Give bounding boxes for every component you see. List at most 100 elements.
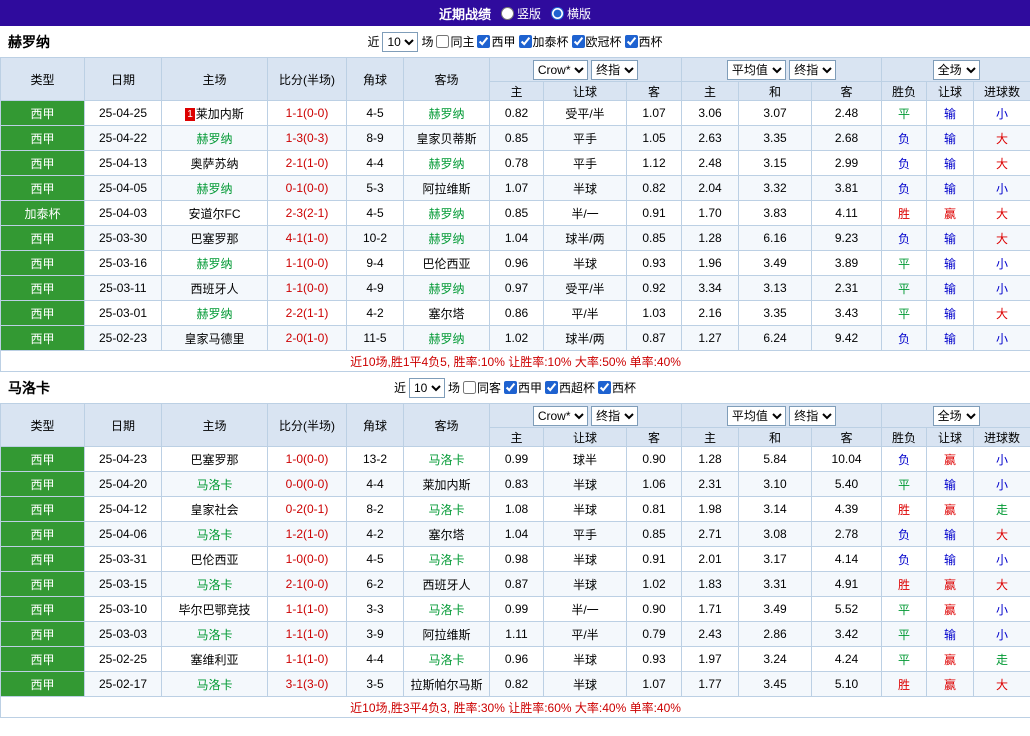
odds-away: 0.90 [625, 596, 683, 622]
home-team[interactable]: 毕尔巴鄂竞技 [161, 596, 268, 622]
corners: 4-5 [346, 200, 404, 226]
odds-source-select[interactable]: Crow* [532, 405, 588, 426]
scope-select[interactable]: 全场 [932, 405, 980, 426]
away-team[interactable]: 赫罗纳 [403, 200, 490, 226]
home-team[interactable]: 巴塞罗那 [161, 446, 268, 472]
away-team[interactable]: 阿拉维斯 [403, 175, 490, 201]
league-option[interactable]: 西甲 [477, 33, 516, 50]
league-type: 西甲 [0, 225, 85, 251]
layout-horizontal-option[interactable]: 横版 [551, 5, 591, 22]
home-team[interactable]: 赫罗纳 [161, 300, 268, 326]
match-score: 2-1(1-0) [267, 150, 347, 176]
avg-draw: 3.07 [738, 100, 813, 126]
odds-home: 0.97 [489, 275, 544, 301]
away-team[interactable]: 巴伦西亚 [403, 250, 490, 276]
avg-draw: 3.15 [738, 150, 813, 176]
home-team[interactable]: 皇家马德里 [161, 325, 268, 351]
league-checkbox[interactable] [518, 35, 532, 48]
home-team[interactable]: 马洛卡 [161, 621, 268, 647]
home-team[interactable]: 马洛卡 [161, 571, 268, 597]
league-checkbox[interactable] [545, 381, 559, 394]
horizontal-radio[interactable] [551, 6, 564, 20]
away-team[interactable]: 莱加内斯 [403, 471, 490, 497]
league-option[interactable]: 西超杯 [545, 379, 595, 396]
col-odds-handicap: 让球 [543, 427, 627, 447]
home-team[interactable]: 马洛卡 [161, 671, 268, 697]
away-team[interactable]: 赫罗纳 [403, 225, 490, 251]
home-team[interactable]: 赫罗纳 [161, 175, 268, 201]
league-option[interactable]: 加泰杯 [518, 33, 569, 50]
away-team[interactable]: 马洛卡 [403, 646, 490, 672]
result-goals: 小 [973, 100, 1030, 126]
away-team[interactable]: 赫罗纳 [403, 275, 490, 301]
avg-draw: 3.49 [738, 250, 813, 276]
away-team[interactable]: 赫罗纳 [403, 150, 490, 176]
league-checkbox[interactable] [624, 35, 638, 48]
away-team[interactable]: 赫罗纳 [403, 100, 490, 126]
away-team[interactable]: 马洛卡 [403, 546, 490, 572]
away-team[interactable]: 赫罗纳 [403, 325, 490, 351]
average-select[interactable]: 平均值 [726, 405, 786, 426]
home-team[interactable]: 西班牙人 [161, 275, 268, 301]
home-team[interactable]: 马洛卡 [161, 471, 268, 497]
same-venue-checkbox[interactable] [436, 35, 450, 48]
average-select[interactable]: 平均值 [726, 59, 786, 80]
away-team[interactable]: 西班牙人 [403, 571, 490, 597]
away-team[interactable]: 马洛卡 [403, 596, 490, 622]
match-count-select[interactable]: 10 [382, 31, 419, 52]
result-handicap: 输 [926, 275, 975, 301]
away-team[interactable]: 马洛卡 [403, 496, 490, 522]
col-score: 比分(半场) [267, 403, 347, 447]
vertical-radio[interactable] [500, 6, 514, 20]
result-goals: 小 [973, 446, 1030, 472]
section-band-girona: 赫罗纳 近 10 场 同主 西甲 加泰杯 欧冠杯 西杯 [0, 26, 1030, 57]
away-team[interactable]: 塞尔塔 [403, 521, 490, 547]
home-team[interactable]: 马洛卡 [161, 521, 268, 547]
average-time-select[interactable]: 终指 [789, 405, 837, 426]
away-team[interactable]: 阿拉维斯 [403, 621, 490, 647]
league-option[interactable]: 西甲 [504, 379, 542, 396]
league-option[interactable]: 西杯 [598, 379, 636, 396]
home-team[interactable]: 皇家社会 [161, 496, 268, 522]
average-time-select[interactable]: 终指 [789, 59, 837, 80]
avg-draw: 5.84 [738, 446, 813, 472]
same-venue-option[interactable]: 同客 [462, 379, 501, 396]
match-date: 25-03-01 [84, 300, 162, 326]
league-checkbox[interactable] [598, 381, 612, 394]
match-date: 25-04-22 [84, 125, 162, 151]
summary-row: 近10场,胜3平4负3, 胜率:30% 让胜率:60% 大率:40% 单率:40… [0, 696, 1030, 718]
home-team[interactable]: 奥萨苏纳 [161, 150, 268, 176]
team-name: 赫罗纳 [8, 33, 50, 50]
away-team[interactable]: 皇家贝蒂斯 [403, 125, 490, 151]
league-checkbox[interactable] [571, 35, 585, 48]
odds-source-select[interactable]: Crow* [532, 59, 588, 80]
col-outcome: 胜负 [881, 81, 928, 101]
match-row: 西甲 25-02-17 马洛卡 3-1(3-0) 3-5 拉斯帕尔马斯 0.82 半球 1.07… [0, 671, 1030, 697]
match-count-select[interactable]: 10 [408, 377, 445, 398]
league-option[interactable]: 西杯 [624, 33, 663, 50]
away-team[interactable]: 马洛卡 [403, 446, 490, 472]
same-venue-checkbox[interactable] [462, 381, 476, 394]
away-team[interactable]: 拉斯帕尔马斯 [403, 671, 490, 697]
home-team[interactable]: 安道尔FC [161, 200, 268, 226]
home-team[interactable]: 赫罗纳 [161, 250, 268, 276]
odds-time-select[interactable]: 终指 [591, 405, 639, 426]
home-team[interactable]: 巴伦西亚 [161, 546, 268, 572]
home-team[interactable]: 巴塞罗那 [161, 225, 268, 251]
league-checkbox[interactable] [504, 381, 517, 394]
home-team[interactable]: 塞维利亚 [161, 646, 268, 672]
home-team[interactable]: 赫罗纳 [161, 125, 268, 151]
odds-handicap: 半球 [543, 471, 627, 497]
col-away: 客场 [403, 57, 490, 101]
odds-time-select[interactable]: 终指 [591, 59, 639, 80]
league-option[interactable]: 欧冠杯 [571, 33, 622, 50]
league-checkbox[interactable] [477, 35, 491, 48]
same-venue-option[interactable]: 同主 [436, 33, 474, 50]
match-date: 25-04-25 [84, 100, 162, 126]
scope-select[interactable]: 全场 [932, 59, 980, 80]
away-team[interactable]: 塞尔塔 [403, 300, 490, 326]
layout-vertical-option[interactable]: 竖版 [500, 5, 541, 22]
match-row: 西甲 25-04-06 马洛卡 1-2(1-0) 4-2 塞尔塔 1.04 平手 0.85 2.7… [0, 521, 1030, 547]
home-team[interactable]: 1 莱加内斯 [161, 100, 268, 126]
avg-home: 1.98 [681, 496, 740, 522]
